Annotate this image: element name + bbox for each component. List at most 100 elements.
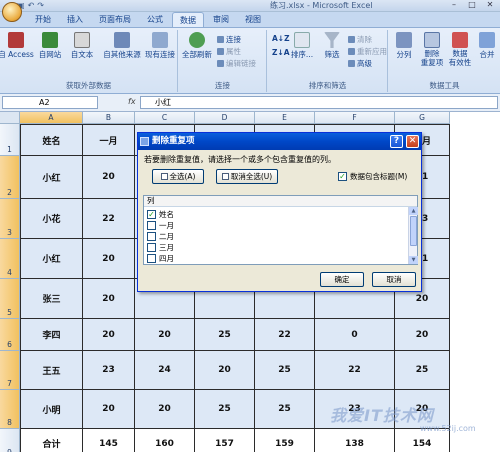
- advanced-button[interactable]: 高级: [348, 58, 372, 69]
- edit-links-button[interactable]: 编辑链接: [217, 58, 256, 69]
- cell-c9[interactable]: 160: [135, 429, 195, 452]
- office-button[interactable]: [2, 2, 22, 22]
- tab-home[interactable]: 开始: [28, 12, 58, 27]
- cell-a9[interactable]: 合计: [20, 429, 83, 452]
- cell-b5[interactable]: 20: [83, 279, 135, 319]
- cell-d8[interactable]: 25: [195, 390, 255, 429]
- cell-a4[interactable]: 小红: [20, 239, 83, 279]
- row-header-2[interactable]: 2: [0, 156, 20, 199]
- existing-connections-button[interactable]: 现有连接: [144, 32, 176, 60]
- column-option[interactable]: 四月: [147, 253, 174, 264]
- column-option[interactable]: ✓ 姓名: [147, 209, 174, 220]
- cell-f7[interactable]: 22: [315, 351, 395, 390]
- redo-icon[interactable]: ↷: [37, 1, 44, 10]
- cell-c8[interactable]: 20: [135, 390, 195, 429]
- remove-duplicates-button[interactable]: 删除 重复项: [419, 32, 445, 67]
- name-box[interactable]: A2: [2, 96, 98, 109]
- cell-c7[interactable]: 24: [135, 351, 195, 390]
- cell-d6[interactable]: 25: [195, 319, 255, 351]
- column-header-b[interactable]: B: [83, 112, 135, 124]
- cell-a5[interactable]: 张三: [20, 279, 83, 319]
- column-header-c[interactable]: C: [135, 112, 195, 124]
- from-other-sources-button[interactable]: 自其他来源: [102, 32, 142, 60]
- cell-a1[interactable]: 姓名: [20, 124, 83, 156]
- cell-a7[interactable]: 王五: [20, 351, 83, 390]
- text-to-columns-button[interactable]: 分列: [391, 32, 417, 60]
- unselect-all-button[interactable]: 取消全选(U): [216, 169, 278, 184]
- column-header-d[interactable]: D: [195, 112, 255, 124]
- row-header-6[interactable]: 6: [0, 319, 20, 351]
- row-header-4[interactable]: 4: [0, 239, 20, 279]
- unchecked-checkbox-icon[interactable]: [147, 232, 156, 241]
- cell-d9[interactable]: 157: [195, 429, 255, 452]
- properties-button[interactable]: 属性: [217, 46, 241, 57]
- formula-input[interactable]: 小红: [140, 96, 498, 109]
- refresh-all-button[interactable]: 全部刷新: [181, 32, 213, 60]
- cell-b9[interactable]: 145: [83, 429, 135, 452]
- unchecked-checkbox-icon[interactable]: [147, 243, 156, 252]
- row-header-1[interactable]: 1: [0, 124, 20, 156]
- clear-button[interactable]: 清除: [348, 34, 372, 45]
- column-option[interactable]: 三月: [147, 242, 174, 253]
- cell-e9[interactable]: 159: [255, 429, 315, 452]
- cell-g7[interactable]: 25: [395, 351, 450, 390]
- help-icon[interactable]: ?: [390, 135, 403, 148]
- maximize-icon[interactable]: □: [464, 0, 480, 10]
- column-header-g[interactable]: G: [395, 112, 450, 124]
- unchecked-checkbox-icon[interactable]: [147, 221, 156, 230]
- cell-a6[interactable]: 李四: [20, 319, 83, 351]
- cell-b1[interactable]: 一月: [83, 124, 135, 156]
- row-header-5[interactable]: 5: [0, 279, 20, 319]
- cell-f6[interactable]: 0: [315, 319, 395, 351]
- cell-e6[interactable]: 22: [255, 319, 315, 351]
- ok-button[interactable]: 确定: [320, 272, 364, 287]
- cell-d7[interactable]: 20: [195, 351, 255, 390]
- cell-f9[interactable]: 138: [315, 429, 395, 452]
- columns-list[interactable]: 列 ✓ 姓名 一月 二月 三月 四月 ▲ ▼: [143, 195, 418, 265]
- row-header-9[interactable]: 9: [0, 429, 20, 452]
- from-access-button[interactable]: 自 Access: [0, 32, 34, 60]
- checked-checkbox-icon[interactable]: ✓: [147, 210, 156, 219]
- tab-review[interactable]: 审阅: [206, 12, 236, 27]
- cell-b2[interactable]: 20: [83, 156, 135, 199]
- cell-c6[interactable]: 20: [135, 319, 195, 351]
- list-scrollbar[interactable]: ▲ ▼: [408, 207, 418, 264]
- close-dialog-icon[interactable]: ✕: [406, 135, 419, 148]
- consolidate-button[interactable]: 合并: [475, 32, 499, 60]
- tab-view[interactable]: 视图: [238, 12, 268, 27]
- reapply-button[interactable]: 重新应用: [348, 46, 387, 57]
- sort-button[interactable]: 排序...: [286, 32, 318, 60]
- cell-b7[interactable]: 23: [83, 351, 135, 390]
- scroll-down-icon[interactable]: ▼: [409, 256, 418, 264]
- column-option[interactable]: 一月: [147, 220, 174, 231]
- select-all-corner[interactable]: [0, 112, 20, 124]
- row-header-7[interactable]: 7: [0, 351, 20, 390]
- tab-formulas[interactable]: 公式: [140, 12, 170, 27]
- column-header-a[interactable]: A: [20, 112, 83, 124]
- tab-insert[interactable]: 插入: [60, 12, 90, 27]
- column-option[interactable]: 二月: [147, 231, 174, 242]
- column-header-f[interactable]: F: [315, 112, 395, 124]
- has-headers-checkbox[interactable]: ✓ 数据包含标题(M): [338, 171, 407, 182]
- scroll-thumb[interactable]: [410, 216, 417, 246]
- cell-a8[interactable]: 小明: [20, 390, 83, 429]
- tab-page-layout[interactable]: 页面布局: [92, 12, 138, 27]
- cell-b3[interactable]: 22: [83, 199, 135, 239]
- row-header-8[interactable]: 8: [0, 390, 20, 429]
- cell-b6[interactable]: 20: [83, 319, 135, 351]
- tab-data[interactable]: 数据: [172, 12, 204, 27]
- scroll-up-icon[interactable]: ▲: [409, 207, 418, 215]
- connections-button[interactable]: 连接: [217, 34, 241, 45]
- fx-icon[interactable]: fx: [128, 97, 136, 106]
- select-all-button[interactable]: 全选(A): [152, 169, 204, 184]
- from-web-button[interactable]: 自网站: [34, 32, 66, 60]
- unchecked-checkbox-icon[interactable]: [147, 254, 156, 263]
- data-validation-button[interactable]: 数据 有效性: [447, 32, 473, 67]
- cell-a3[interactable]: 小花: [20, 199, 83, 239]
- minimize-icon[interactable]: –: [446, 0, 462, 10]
- cell-g6[interactable]: 20: [395, 319, 450, 351]
- column-header-e[interactable]: E: [255, 112, 315, 124]
- cell-e7[interactable]: 25: [255, 351, 315, 390]
- cell-a2[interactable]: 小红: [20, 156, 83, 199]
- close-icon[interactable]: ✕: [482, 0, 498, 10]
